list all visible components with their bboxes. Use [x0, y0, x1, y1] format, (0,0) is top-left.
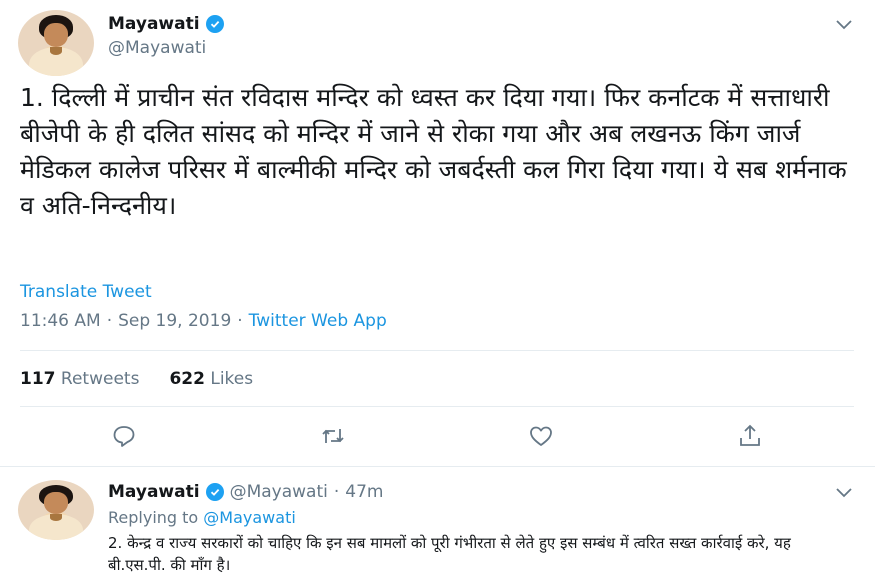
- likes-label: Likes: [210, 369, 254, 389]
- share-button[interactable]: [734, 420, 766, 452]
- share-icon: [740, 424, 760, 446]
- avatar[interactable]: [18, 480, 94, 540]
- tweet-separator: [0, 466, 875, 467]
- retweets-count: 117: [20, 369, 56, 389]
- verified-badge-icon: [205, 15, 224, 33]
- tweet-time[interactable]: 11:46 AM: [20, 311, 101, 331]
- tweet-stats: 117 Retweets 622 Likes: [20, 369, 253, 389]
- reply-text: 2. केन्द्र व राज्य सरकारों को चाहिए कि इ…: [108, 534, 791, 574]
- author-handle[interactable]: @Mayawati: [108, 38, 206, 58]
- chevron-down-icon[interactable]: [834, 486, 854, 500]
- like-button[interactable]: [525, 420, 557, 452]
- meta-separator: ·: [333, 482, 340, 502]
- avatar[interactable]: [18, 10, 94, 76]
- tweet-meta: 11:46 AM · Sep 19, 2019 · Twitter Web Ap…: [20, 311, 387, 331]
- like-icon: [530, 426, 552, 446]
- reply-author-name[interactable]: Mayawati: [108, 482, 200, 502]
- replying-to: Replying to @Mayawati: [108, 508, 296, 527]
- reply-author-handle[interactable]: @Mayawati: [230, 482, 328, 502]
- tweet-date[interactable]: Sep 19, 2019: [118, 311, 231, 331]
- verified-badge-icon: [205, 483, 224, 501]
- tweet-source[interactable]: Twitter Web App: [249, 311, 387, 331]
- author-name[interactable]: Mayawati: [108, 14, 200, 34]
- reply-icon: [113, 426, 135, 447]
- meta-separator: ·: [106, 311, 113, 331]
- chevron-down-icon[interactable]: [834, 18, 854, 32]
- divider: [20, 406, 854, 407]
- retweets-stat[interactable]: 117 Retweets: [20, 369, 139, 389]
- translate-tweet-link[interactable]: Translate Tweet: [20, 282, 152, 302]
- retweet-icon: [322, 429, 344, 443]
- tweet-text: 1. दिल्ली में प्राचीन संत रविदास मन्दिर …: [20, 83, 847, 220]
- reply-age[interactable]: 47m: [345, 482, 383, 502]
- replying-to-link[interactable]: @Mayawati: [203, 508, 296, 527]
- likes-count: 622: [169, 369, 205, 389]
- meta-separator: ·: [237, 311, 243, 331]
- retweets-label: Retweets: [60, 369, 140, 389]
- reply-button[interactable]: [108, 420, 140, 452]
- retweet-button[interactable]: [317, 420, 349, 452]
- replying-prefix: Replying to: [108, 508, 199, 527]
- likes-stat[interactable]: 622 Likes: [169, 369, 253, 389]
- reply-author-line: Mayawati @Mayawati · 47m: [108, 482, 383, 502]
- main-tweet: Mayawati @Mayawati 1. दिल्ली में प्राचीन…: [0, 0, 875, 466]
- divider: [20, 350, 854, 351]
- action-bar: [0, 420, 875, 460]
- author-name-line[interactable]: Mayawati: [108, 14, 224, 34]
